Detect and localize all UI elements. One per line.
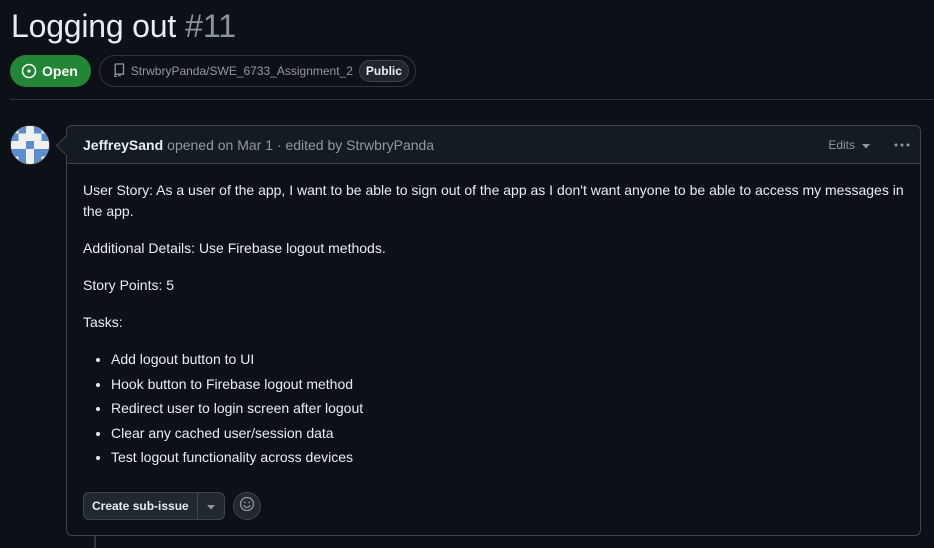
comment-actions: Create sub-issue [83, 492, 261, 520]
user-story-paragraph: User Story: As a user of the app, I want… [83, 182, 904, 219]
story-points-paragraph: Story Points: 5 [83, 277, 175, 293]
issue-title-row: Logging out #11 [11, 8, 236, 52]
comment-header: JeffreySand opened on Mar 1 · edited by … [67, 126, 920, 164]
header-divider [10, 99, 934, 100]
visibility-badge: Public [358, 60, 409, 82]
comment-body: User Story: As a user of the app, I want… [67, 164, 920, 467]
additional-details-paragraph: Additional Details: Use Firebase logout … [83, 240, 386, 256]
task-item: Add logout button to UI [111, 349, 904, 369]
repo-name: StrwbryPanda/SWE_6733_Assignment_2 [130, 64, 353, 78]
comment-header-actions: Edits [828, 126, 920, 163]
tasks-heading: Tasks: [83, 314, 123, 330]
issue-number: #11 [185, 8, 237, 44]
task-item: Hook button to Firebase logout method [111, 374, 904, 394]
edits-label: Edits [828, 137, 855, 152]
triangle-down-icon [206, 497, 215, 515]
add-reaction-button[interactable] [232, 492, 261, 520]
create-sub-issue-split-button: Create sub-issue [83, 492, 225, 520]
comment-author[interactable]: JeffreySand [83, 137, 163, 153]
task-item: Redirect user to login screen after logo… [111, 398, 904, 418]
kebab-horizontal-icon[interactable] [892, 135, 912, 155]
avatar[interactable] [10, 125, 50, 165]
issue-comment: JeffreySand opened on Mar 1 · edited by … [66, 125, 921, 536]
issue-meta-row: Open StrwbryPanda/SWE_6733_Assignment_2 … [10, 55, 416, 87]
state-label: Open [42, 63, 78, 79]
edits-dropdown[interactable]: Edits [828, 138, 870, 152]
task-list: Add logout button to UI Hook button to F… [83, 349, 904, 467]
smiley-icon [239, 496, 255, 517]
sub-issue-options-button[interactable] [196, 493, 224, 519]
triangle-down-icon [862, 138, 870, 152]
issue-opened-icon [21, 63, 37, 79]
issue-title: Logging out [11, 8, 177, 44]
task-item: Test logout functionality across devices [111, 447, 904, 467]
repo-link[interactable]: StrwbryPanda/SWE_6733_Assignment_2 Publi… [98, 55, 416, 87]
timeline-line [94, 536, 96, 548]
comment-meta: opened on Mar 1 · edited by StrwbryPanda [167, 136, 435, 153]
state-badge: Open [10, 55, 91, 87]
task-item: Clear any cached user/session data [111, 423, 904, 443]
repo-icon [113, 62, 125, 80]
create-sub-issue-button[interactable]: Create sub-issue [84, 493, 197, 519]
